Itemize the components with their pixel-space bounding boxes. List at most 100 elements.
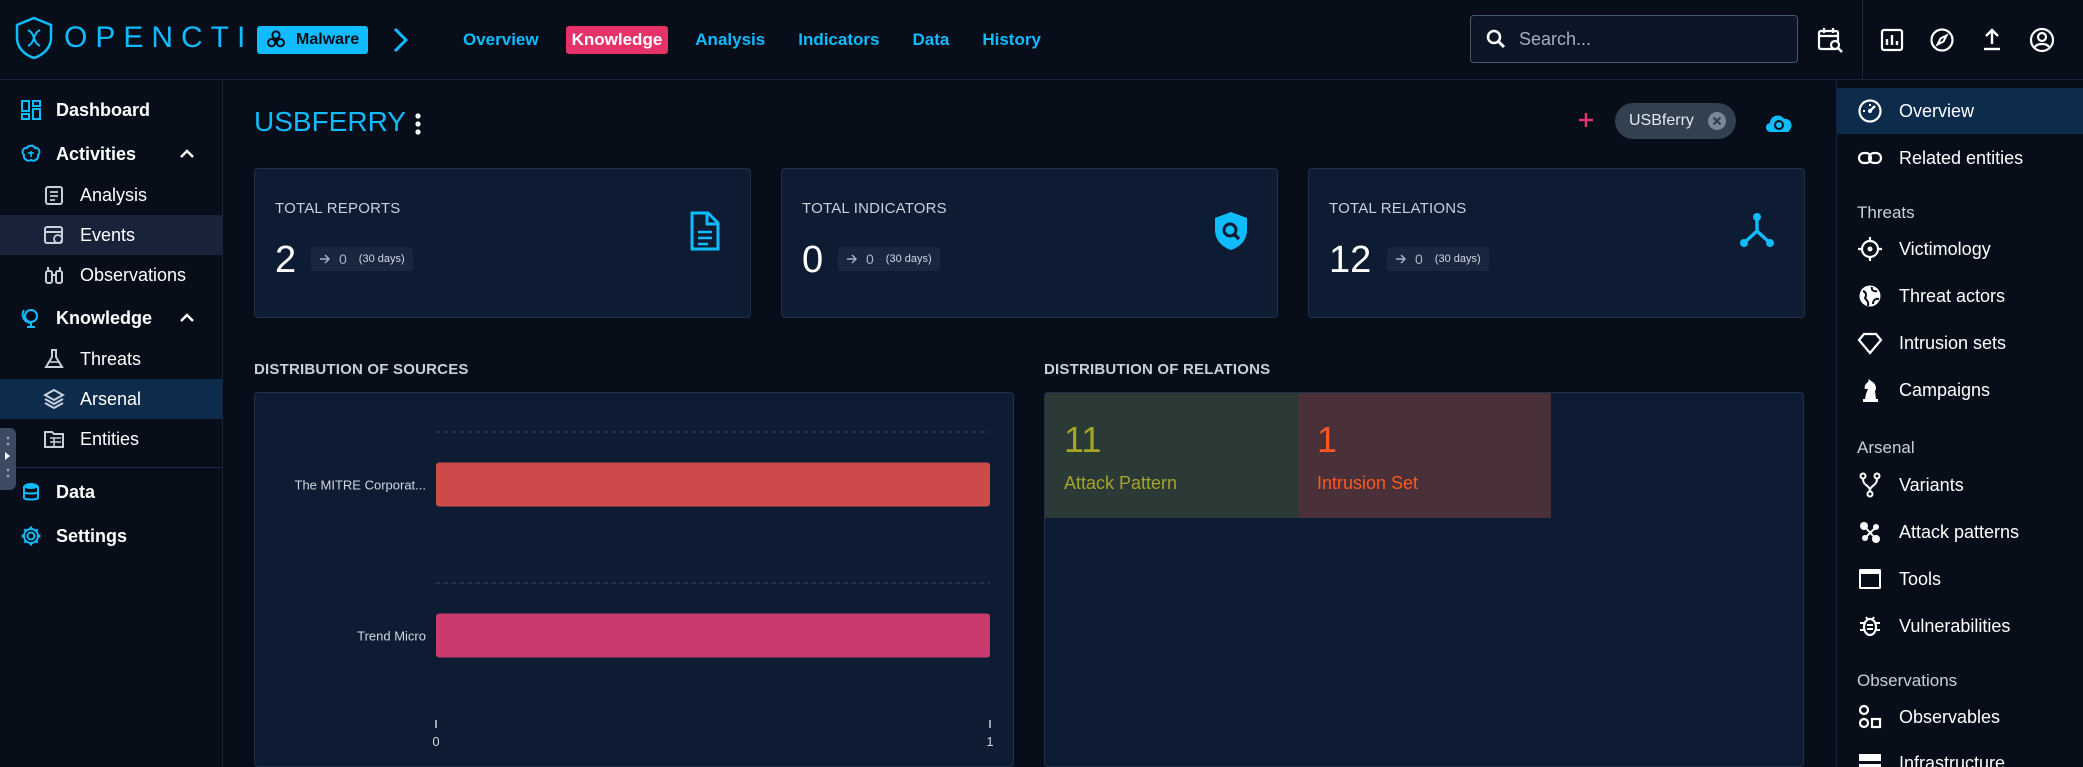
top-bar: OPENCTI Malware Overview Knowledge Analy… [0, 0, 2083, 80]
sidebar-item-arsenal[interactable]: Arsenal [0, 379, 222, 419]
sidebar-item-label: Knowledge [56, 307, 153, 328]
left-sidebar: Dashboard Activities Analysis Events Obs… [0, 80, 223, 767]
sidebar-item-label: Arsenal [80, 388, 142, 409]
sidebar-item-knowledge[interactable]: Knowledge [0, 298, 222, 338]
database-icon [20, 481, 42, 503]
observables-icon [1857, 704, 1883, 730]
card-delta: 0 (30 days) [838, 247, 940, 271]
topbar-divider [1862, 0, 1863, 80]
right-sidebar: Overview Related entities Threats Victim… [1836, 80, 2083, 767]
section-heading-observations: Observations [1857, 671, 1958, 690]
section-heading-arsenal: Arsenal [1857, 438, 1915, 457]
sidebar-item-infrastructure[interactable]: Infrastructure [1837, 740, 2083, 767]
sidebar-item-data[interactable]: Data [0, 472, 222, 512]
sidebar-item-dashboard[interactable]: Dashboard [0, 90, 222, 130]
sidebar-item-intrusion-sets[interactable]: Intrusion sets [1837, 320, 2083, 366]
bar [436, 613, 990, 658]
link-icon [1857, 145, 1883, 171]
source-fork-icon [1857, 472, 1883, 498]
card-delta-period: (30 days) [885, 253, 932, 265]
sidebar-item-threats[interactable]: Threats [0, 339, 222, 379]
card-delta: 0 (30 days) [311, 247, 413, 271]
dashboard-chart-icon[interactable] [1878, 26, 1906, 54]
card-delta-period: (30 days) [1434, 253, 1481, 265]
label-chip: USBferry [1615, 103, 1736, 139]
sidebar-item-campaigns[interactable]: Campaigns [1837, 367, 2083, 413]
sidebar-item-label: Campaigns [1899, 379, 1991, 400]
sidebar-item-events[interactable]: Events [0, 215, 222, 255]
entity-type-badge[interactable]: Malware [257, 26, 369, 54]
search-icon [1485, 28, 1507, 50]
x-tick-label: 0 [432, 734, 439, 749]
arrow-right-icon [319, 253, 331, 265]
sidebar-item-settings[interactable]: Settings [0, 516, 222, 556]
treemap-label: Intrusion Set [1317, 473, 1418, 493]
bar [436, 462, 990, 507]
cloud-sync-icon[interactable] [1762, 107, 1796, 137]
tab-data[interactable]: Data [912, 26, 949, 54]
global-search[interactable] [1470, 15, 1798, 63]
entity-tabs: Overview Knowledge Analysis Indicators D… [463, 26, 1074, 54]
card-title: TOTAL RELATIONS [1329, 200, 1467, 217]
sidebar-item-vulnerabilities[interactable]: Vulnerabilities [1837, 603, 2083, 649]
dashboard-icon [20, 99, 42, 121]
tab-indicators[interactable]: Indicators [798, 26, 879, 54]
earth-icon [1857, 283, 1883, 309]
search-input[interactable] [1519, 28, 1779, 50]
sidebar-item-observations[interactable]: Observations [0, 255, 222, 295]
tab-analysis[interactable]: Analysis [695, 26, 765, 54]
sidebar-item-variants[interactable]: Variants [1837, 462, 2083, 508]
account-icon[interactable] [2028, 26, 2056, 54]
sidebar-item-label: Observations [80, 264, 187, 285]
events-icon [43, 224, 65, 246]
sidebar-item-attack-patterns[interactable]: Attack patterns [1837, 509, 2083, 555]
tab-history[interactable]: History [982, 26, 1041, 54]
add-label-icon[interactable] [1574, 108, 1598, 132]
sidebar-item-victimology[interactable]: Victimology [1837, 226, 2083, 272]
card-value: 12 [1329, 239, 1372, 281]
graph-outline-icon [1738, 211, 1776, 249]
card-delta-value: 0 [866, 251, 874, 267]
arrow-right-icon [1395, 253, 1407, 265]
sidebar-item-label: Analysis [80, 184, 148, 205]
compass-icon[interactable] [1928, 26, 1956, 54]
file-document-icon [686, 211, 722, 251]
sources-section-title: DISTRIBUTION OF SOURCES [254, 361, 469, 378]
sidebar-item-label: Threat actors [1899, 285, 2006, 306]
chevron-right-icon [0, 428, 16, 490]
entity-title: USBFERRY [254, 106, 406, 137]
window-icon [1857, 566, 1883, 592]
tab-overview[interactable]: Overview [463, 26, 539, 54]
sidebar-item-observables[interactable]: Observables [1837, 694, 2083, 740]
more-vertical-icon[interactable] [408, 110, 428, 138]
flask-icon [43, 348, 65, 370]
sidebar-item-related-entities[interactable]: Related entities [1837, 135, 2083, 181]
chess-knight-icon [1857, 377, 1883, 403]
sidebar-item-analysis[interactable]: Analysis [0, 175, 222, 215]
close-circle-icon[interactable] [1706, 110, 1728, 132]
card-title: TOTAL INDICATORS [802, 200, 947, 217]
tab-knowledge[interactable]: Knowledge [565, 26, 669, 54]
sidebar-item-label: Data [56, 481, 96, 502]
chevron-up-icon[interactable] [178, 309, 196, 327]
sidebar-item-label: Overview [1899, 100, 1975, 121]
sidebar-item-label: Entities [80, 428, 140, 449]
sidebar-item-label: Intrusion sets [1899, 332, 2007, 353]
molecule-icon [1857, 519, 1883, 545]
investigation-icon[interactable] [1816, 26, 1844, 54]
brain-icon [20, 143, 42, 165]
server-icon [1857, 750, 1883, 767]
chevron-up-icon[interactable] [178, 145, 196, 163]
upload-icon[interactable] [1978, 26, 2006, 54]
drawer-toggle-handle[interactable] [0, 428, 16, 490]
opencti-logo[interactable]: OPENCTI [14, 14, 253, 62]
section-heading-threats: Threats [1857, 203, 1915, 222]
sidebar-item-tools[interactable]: Tools [1837, 556, 2083, 602]
sidebar-item-label: Activities [56, 143, 137, 164]
sidebar-item-threat-actors[interactable]: Threat actors [1837, 273, 2083, 319]
sidebar-item-entities[interactable]: Entities [0, 419, 222, 459]
sidebar-item-label: Dashboard [56, 99, 151, 120]
sidebar-item-overview[interactable]: Overview [1837, 88, 2083, 134]
sidebar-item-activities[interactable]: Activities [0, 134, 222, 174]
label-chip-text: USBferry [1629, 112, 1694, 129]
